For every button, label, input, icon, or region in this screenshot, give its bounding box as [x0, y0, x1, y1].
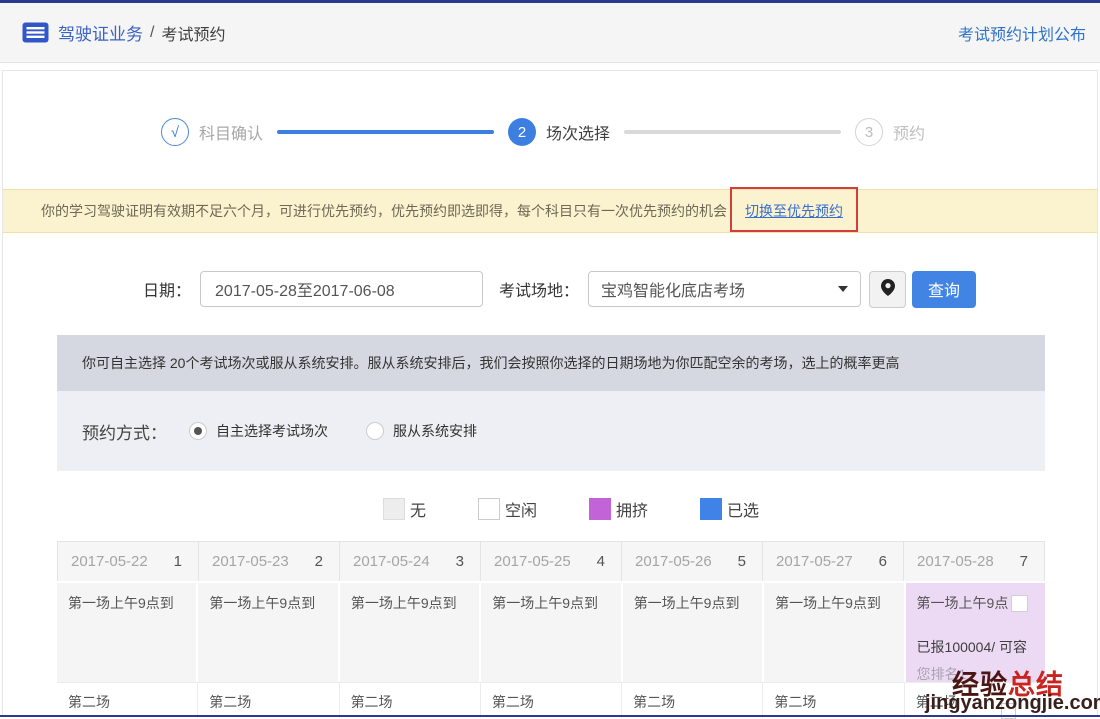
slot-capacity: 已报100004/ 可容 — [917, 637, 1039, 657]
session1-row: 第一场上午9点到 第一场上午9点到 第一场上午9点到 第一场上午9点到 第一场上… — [57, 581, 1045, 682]
slot-title-row: 第一场上午9点 — [917, 593, 1039, 613]
session2-slot[interactable]: 第二场 — [197, 682, 338, 718]
legend-item-crowded: 拥挤 — [589, 497, 648, 521]
system-note-bar: 你可自主选择 20个考试场次或服从系统安排。服从系统安排后，我们会按照你选择的日… — [57, 335, 1045, 391]
session1-slot-unavailable: 第一场上午9点到 — [479, 581, 620, 682]
date-range-value: 2017-05-28至2017-06-08 — [215, 277, 395, 301]
stepper-connector-pending — [624, 130, 841, 134]
column-day: 3 — [456, 553, 464, 570]
column-day: 5 — [738, 553, 746, 570]
session2-slot[interactable]: 第二场 — [762, 682, 903, 718]
column-day: 6 — [879, 553, 887, 570]
slot-checkbox[interactable] — [1011, 595, 1028, 612]
slot-title: 第一场上午9点 — [917, 593, 1009, 613]
session2-slot[interactable]: 第二场 — [57, 682, 197, 718]
breadcrumb-page-title: 考试预约 — [161, 21, 225, 45]
map-location-button[interactable] — [869, 271, 906, 308]
step-3-number: 3 — [855, 118, 883, 146]
session2-row: 第二场 第二场 第二场 第二场 第二场 第二场 第二场 — [57, 682, 1045, 718]
radio-selected-dot — [194, 427, 202, 435]
radio-system-arrange[interactable] — [366, 422, 384, 440]
column-header: 2017-05-23 2 — [198, 542, 339, 581]
step-2-label: 场次选择 — [546, 120, 610, 144]
legend-swatch-none — [383, 498, 405, 520]
column-header: 2017-05-22 1 — [57, 542, 198, 581]
stepper: √ 科目确认 2 场次选择 3 预约 — [3, 109, 1097, 155]
priority-notice-text: 你的学习驾驶证明有效期不足六个月，可进行优先预约，优先预约即选即得，每个科目只有… — [41, 201, 727, 221]
legend-swatch-free — [478, 498, 500, 520]
step-2-number: 2 — [508, 118, 536, 146]
session2-slot[interactable]: 第二场 — [621, 682, 762, 718]
system-note-text: 你可自主选择 20个考试场次或服从系统安排。服从系统安排后，我们会按照你选择的日… — [82, 353, 899, 373]
column-header: 2017-05-25 4 — [480, 542, 621, 581]
legend-label-crowded: 拥挤 — [616, 497, 648, 521]
schedule-header-row: 2017-05-22 1 2017-05-23 2 2017-05-24 3 2… — [57, 541, 1045, 581]
schedule-table: 2017-05-22 1 2017-05-23 2 2017-05-24 3 2… — [57, 541, 1045, 718]
column-day: 7 — [1020, 553, 1028, 570]
watermark-domain: jingyanzongjie.com — [925, 692, 1100, 715]
legend-item-none: 无 — [383, 497, 426, 521]
search-button[interactable]: 查询 — [912, 271, 976, 308]
exam-plan-link[interactable]: 考试预约计划公布 — [958, 21, 1086, 45]
column-date: 2017-05-23 — [212, 553, 289, 570]
step-1-label: 科目确认 — [199, 120, 263, 144]
column-date: 2017-05-22 — [71, 553, 148, 570]
radio-self-select[interactable] — [189, 422, 207, 440]
session2-slot[interactable]: 第二场 — [339, 682, 480, 718]
column-header: 2017-05-24 3 — [339, 542, 480, 581]
breadcrumb-section-link[interactable]: 驾驶证业务 — [58, 20, 143, 45]
column-header: 2017-05-28 7 — [903, 542, 1045, 581]
radio-system-arrange-label[interactable]: 服从系统安排 — [393, 421, 477, 441]
column-day: 4 — [597, 553, 605, 570]
chevron-down-icon — [838, 286, 848, 292]
legend-item-selected: 已选 — [700, 497, 759, 521]
legend-swatch-crowded — [589, 498, 611, 520]
list-icon — [22, 22, 49, 43]
session2-slot[interactable]: 第二场 — [480, 682, 621, 718]
booking-mode-label: 预约方式： — [82, 419, 167, 444]
slot-legend: 无 空闲 拥挤 已选 — [3, 489, 1097, 529]
legend-label-selected: 已选 — [727, 497, 759, 521]
legend-swatch-selected — [700, 498, 722, 520]
step-subject-confirm: √ 科目确认 — [161, 118, 263, 146]
session1-slot-unavailable: 第一场上午9点到 — [338, 581, 479, 682]
session1-slot-unavailable: 第一场上午9点到 — [762, 581, 903, 682]
column-date: 2017-05-28 — [917, 553, 994, 570]
column-date: 2017-05-26 — [635, 553, 712, 570]
column-day: 2 — [315, 553, 323, 570]
priority-notice-bar: 你的学习驾驶证明有效期不足六个月，可进行优先预约，优先预约即选即得，每个科目只有… — [3, 189, 1097, 233]
location-pin-icon — [881, 279, 895, 299]
session1-slot-unavailable: 第一场上午9点到 — [196, 581, 337, 682]
app-header: 驾驶证业务 / 考试预约 考试预约计划公布 — [0, 3, 1100, 63]
date-range-input[interactable]: 2017-05-28至2017-06-08 — [200, 271, 483, 307]
legend-label-none: 无 — [410, 497, 426, 521]
session1-slot-unavailable: 第一场上午9点到 — [621, 581, 762, 682]
switch-priority-link[interactable]: 切换至优先预约 — [745, 203, 843, 219]
booking-mode-bar: 预约方式： 自主选择考试场次 服从系统安排 — [57, 391, 1045, 471]
filter-row: 日期： 2017-05-28至2017-06-08 考试场地： 宝鸡智能化底店考… — [3, 270, 1097, 308]
step-session-select: 2 场次选择 — [508, 118, 610, 146]
breadcrumb-separator: / — [150, 24, 154, 42]
column-day: 1 — [174, 553, 182, 570]
step-reserve: 3 预约 — [855, 118, 925, 146]
stepper-connector-done — [277, 130, 494, 134]
date-label: 日期： — [143, 277, 191, 301]
legend-item-free: 空闲 — [478, 497, 537, 521]
step-3-label: 预约 — [893, 120, 925, 144]
venue-selected-value: 宝鸡智能化底店考场 — [601, 277, 745, 301]
switch-priority-link-wrap: 切换至优先预约 — [745, 201, 843, 221]
column-date: 2017-05-25 — [494, 553, 571, 570]
column-header: 2017-05-26 5 — [621, 542, 762, 581]
legend-label-free: 空闲 — [505, 497, 537, 521]
venue-label: 考试场地： — [499, 277, 579, 301]
column-header: 2017-05-27 6 — [762, 542, 903, 581]
step-1-check-icon: √ — [161, 118, 189, 146]
radio-self-select-label[interactable]: 自主选择考试场次 — [216, 421, 328, 441]
session1-slot-unavailable: 第一场上午9点到 — [57, 581, 196, 682]
venue-select[interactable]: 宝鸡智能化底店考场 — [588, 271, 861, 307]
main-panel: √ 科目确认 2 场次选择 3 预约 你的学习驾驶证明有效期不足六个月，可进行优… — [2, 70, 1098, 717]
column-date: 2017-05-24 — [353, 553, 430, 570]
column-date: 2017-05-27 — [776, 553, 853, 570]
